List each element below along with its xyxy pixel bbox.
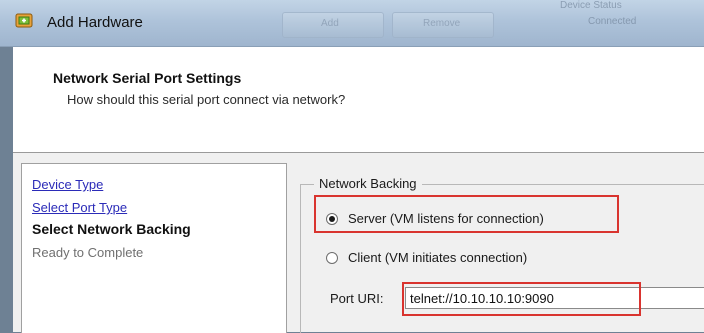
port-uri-input[interactable] xyxy=(405,287,704,309)
wizard-steps-nav: Device Type Select Port Type Select Netw… xyxy=(21,163,287,333)
server-radio-option[interactable]: Server (VM listens for connection) xyxy=(326,211,544,226)
background-tab-remove: Remove xyxy=(392,12,494,38)
client-radio-button[interactable] xyxy=(326,251,338,264)
wizard-header: Network Serial Port Settings How should … xyxy=(13,47,704,153)
page-title: Network Serial Port Settings xyxy=(53,70,242,86)
add-hardware-icon xyxy=(15,13,33,28)
server-radio-button[interactable] xyxy=(326,212,338,225)
title-bar: Add Hardware Add Remove Device Status Co… xyxy=(0,0,704,47)
nav-step-ready-to-complete: Ready to Complete xyxy=(32,245,144,260)
server-radio-label[interactable]: Server (VM listens for connection) xyxy=(348,211,544,226)
client-radio-option[interactable]: Client (VM initiates connection) xyxy=(326,250,527,265)
network-backing-legend: Network Backing xyxy=(314,176,422,191)
window-title: Add Hardware xyxy=(47,14,143,31)
nav-step-device-type[interactable]: Device Type xyxy=(32,177,103,192)
port-uri-label: Port URI: xyxy=(330,291,384,306)
wizard-body: Device Type Select Port Type Select Netw… xyxy=(13,153,704,333)
background-text-connected: Connected xyxy=(588,16,637,27)
background-tab-add: Add xyxy=(282,12,384,38)
nav-step-select-port-type[interactable]: Select Port Type xyxy=(32,200,127,215)
client-radio-label[interactable]: Client (VM initiates connection) xyxy=(348,250,527,265)
page-subtitle: How should this serial port connect via … xyxy=(67,92,346,107)
background-text-device-status: Device Status xyxy=(560,0,622,11)
nav-step-select-network-backing: Select Network Backing xyxy=(32,221,191,237)
